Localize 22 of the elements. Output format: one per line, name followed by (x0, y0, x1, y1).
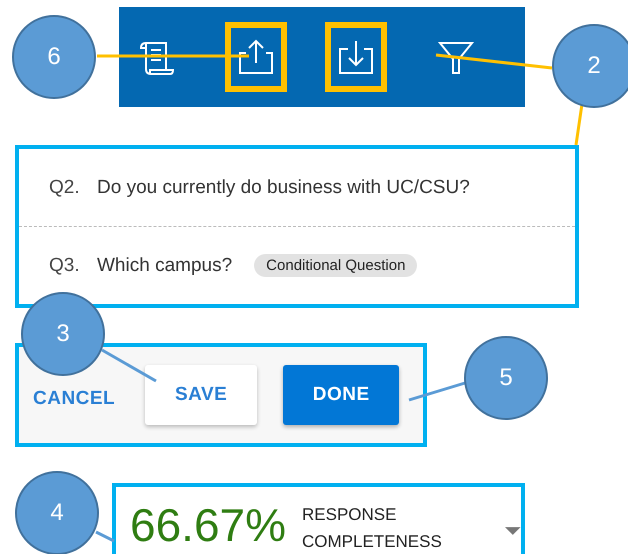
question-text: Do you currently do business with UC/CSU? (97, 176, 470, 198)
question-text: Which campus? (97, 254, 232, 276)
callout-badge: 6 (12, 15, 96, 99)
callout-badge: 4 (15, 471, 99, 554)
callout-badge: 5 (464, 336, 548, 420)
leader-line (408, 382, 466, 402)
callout-badge: 2 (552, 24, 628, 108)
leader-line (101, 348, 157, 382)
question-number: Q3. (49, 254, 81, 276)
question-number: Q2. (49, 176, 81, 198)
leader-line (95, 530, 115, 542)
caret-icon[interactable] (505, 527, 521, 535)
toolbar-button[interactable] (225, 22, 287, 92)
completeness-label: RESPONSE COMPLETENESS (302, 504, 443, 553)
completeness-value: 66.67% (130, 498, 286, 553)
cancel-button[interactable]: CANCEL (29, 388, 120, 410)
done-button[interactable]: DONE (283, 365, 400, 425)
save-button[interactable]: SAVE (145, 365, 258, 425)
toolbar-button[interactable] (325, 22, 387, 92)
upload-icon (236, 37, 276, 77)
conditional-tag: Conditional Question (254, 254, 418, 277)
leader-line (574, 104, 584, 146)
